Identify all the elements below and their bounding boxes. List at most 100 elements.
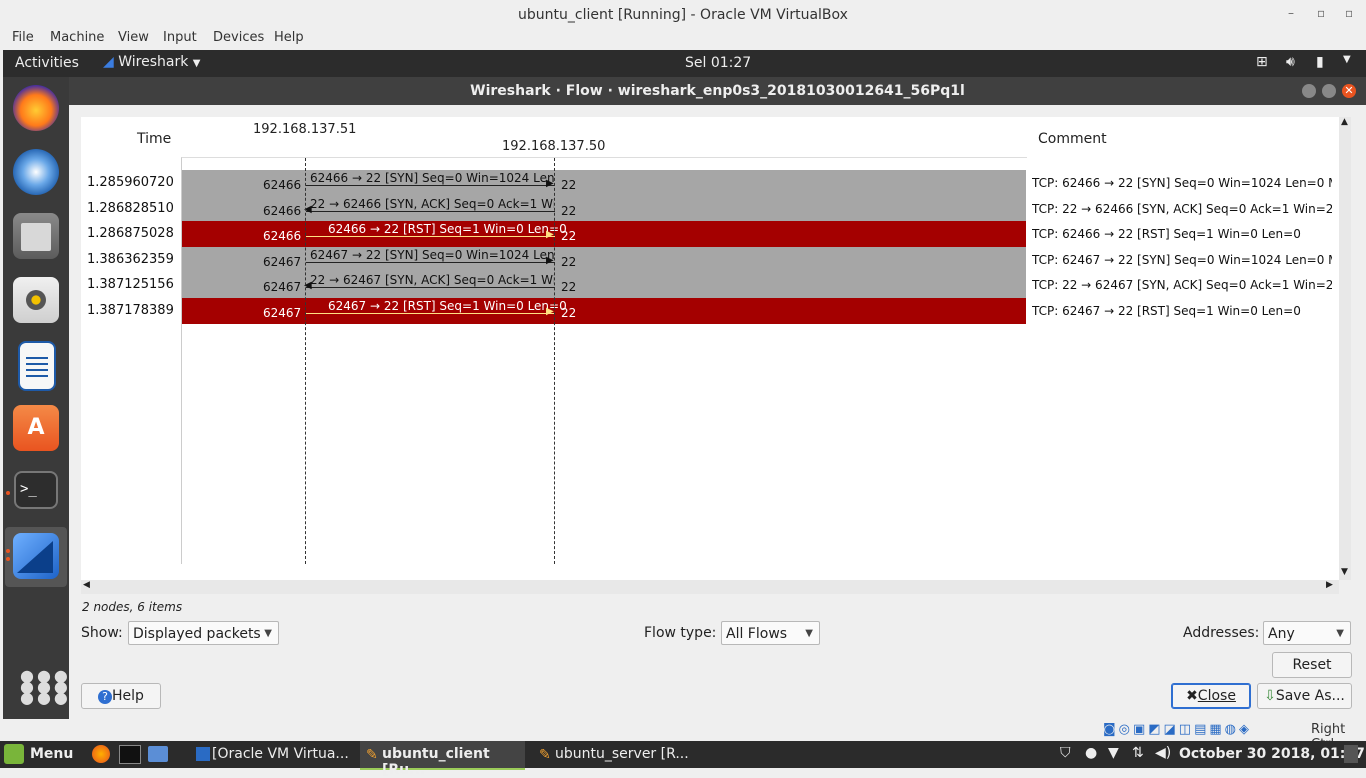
packet-time: 1.286875028 — [87, 226, 174, 242]
flow-type-label: Flow type: — [644, 625, 717, 641]
save-as-button-label: Save As... — [1275, 688, 1345, 704]
device-status-icons[interactable]: ◙◎▣◩◪◫▤▦◍◈ — [1103, 722, 1303, 738]
task-oracle-vm[interactable]: [Oracle VM Virtua... — [192, 741, 352, 768]
virtualbox-icon — [196, 747, 210, 761]
network-icon[interactable]: ⊞ — [1256, 54, 1268, 70]
files-icon[interactable] — [13, 213, 59, 259]
close-button[interactable]: ✖Close — [1171, 683, 1251, 709]
terminal-icon[interactable]: >_ — [14, 471, 58, 509]
writer-icon[interactable] — [18, 341, 56, 391]
flow-row[interactable]: 62467 22 62467 → 22 [SYN] Seq=0 Win=1024 L… — [182, 246, 1026, 273]
task-label: ubuntu_client [Ru... — [382, 746, 490, 778]
node-a-lifeline — [305, 158, 306, 564]
source-port: 62466 — [263, 229, 302, 244]
app-menu[interactable]: ◢ Wireshark ▼ — [103, 54, 201, 70]
flow-arrow-line — [306, 236, 555, 238]
node-b-label: 192.168.137.50 — [502, 139, 606, 154]
close-icon[interactable]: ▫ — [1345, 6, 1353, 20]
restore-icon[interactable]: ▫ — [1317, 6, 1325, 20]
scroll-right-icon[interactable]: ▶ — [1326, 580, 1333, 590]
addresses-label: Addresses: — [1183, 625, 1260, 641]
comment-header: Comment — [1038, 131, 1107, 147]
flow-row[interactable]: 62466 22 62466 → 22 [RST] Seq=1 Win=0 Len=… — [182, 221, 1026, 248]
flow-arrow-line — [306, 261, 555, 263]
wireshark-window-title: Wireshark · Flow · wireshark_enp0s3_2018… — [69, 77, 1366, 105]
flow-arrow-label: 22 → 62466 [SYN, ACK] Seq=0 Ack=1 Win=2.… — [310, 196, 554, 211]
vbox-menubar: File Machine View Input Devices Help — [0, 30, 1366, 50]
arrow-right-icon: ▶ — [546, 229, 554, 241]
minimize-icon[interactable]: – — [1288, 6, 1294, 20]
horizontal-scrollbar[interactable]: ◀ ▶ — [81, 580, 1339, 594]
menu-view[interactable]: View — [118, 30, 149, 46]
running-indicator — [6, 491, 10, 495]
task-ubuntu-server[interactable]: ✎ ubuntu_server [R... — [533, 741, 703, 768]
packet-comment: TCP: 22 → 62467 [SYN, ACK] Seq=0 Ack=1 W… — [1032, 278, 1332, 293]
folder-icon[interactable] — [148, 746, 168, 762]
source-port: 62466 — [263, 203, 302, 218]
node-a-label: 192.168.137.51 — [253, 122, 357, 137]
system-menu-chevron-icon[interactable]: ▼ — [1343, 54, 1351, 65]
activities-button[interactable]: Activities — [15, 55, 79, 71]
rhythmbox-icon[interactable] — [13, 277, 59, 323]
show-desktop-button[interactable] — [1344, 745, 1358, 763]
addresses-select[interactable]: Any ▼ — [1263, 621, 1351, 645]
menu-help[interactable]: Help — [274, 30, 304, 46]
save-icon: ⇩ — [1264, 688, 1276, 704]
volume-icon[interactable]: 🔊︎ — [1286, 54, 1295, 70]
packet-comment: TCP: 62466 → 22 [RST] Seq=1 Win=0 Len=0 — [1032, 227, 1301, 242]
flow-row[interactable]: 62466 22 22 → 62466 [SYN, ACK] Seq=0 Ack=1… — [182, 195, 1026, 222]
volume-icon[interactable]: ◀) — [1155, 745, 1171, 761]
taskbar-datetime[interactable]: October 30 2018, 01:27 — [1179, 746, 1365, 762]
menu-machine[interactable]: Machine — [50, 30, 104, 46]
flow-row[interactable]: 62466 22 62466 → 22 [SYN] Seq=0 Win=1024 L… — [182, 170, 1026, 197]
minimize-icon[interactable] — [1302, 84, 1316, 98]
scroll-up-icon[interactable]: ▲ — [1341, 117, 1348, 127]
firefox-icon[interactable] — [13, 85, 59, 131]
scroll-down-icon[interactable]: ▼ — [1341, 567, 1348, 577]
battery-icon[interactable]: ▮ — [1316, 54, 1324, 70]
help-button-label: Help — [112, 688, 144, 704]
vertical-scrollbar[interactable]: ▲ ▼ — [1339, 117, 1351, 580]
wireshark-icon[interactable] — [13, 533, 59, 579]
maximize-icon[interactable] — [1322, 84, 1336, 98]
time-header: Time — [137, 131, 172, 147]
network-icon[interactable]: ⇅ — [1132, 745, 1144, 761]
flow-arrow-line — [306, 287, 555, 289]
flow-arrow-label: 22 → 62467 [SYN, ACK] Seq=0 Ack=1 Win=2.… — [310, 273, 554, 288]
virtualbox-vm-icon: ✎ — [539, 747, 551, 763]
menu-devices[interactable]: Devices — [213, 30, 264, 46]
apps-grid-icon[interactable]: ●●● ●●● ●●● — [20, 668, 68, 706]
running-indicator — [6, 557, 10, 561]
scroll-left-icon[interactable]: ◀ — [83, 580, 90, 590]
flow-row[interactable]: 62467 22 62467 → 22 [RST] Seq=1 Win=0 Len=… — [182, 298, 1026, 325]
software-icon[interactable]: A — [13, 405, 59, 451]
destination-port: 22 — [561, 254, 577, 269]
wifi-icon[interactable]: ▼ — [1108, 745, 1119, 761]
menu-file[interactable]: File — [12, 30, 34, 46]
flow-arrow-line — [306, 210, 555, 212]
packet-comment: TCP: 22 → 62466 [SYN, ACK] Seq=0 Ack=1 W… — [1032, 201, 1332, 216]
thunderbird-icon[interactable] — [13, 149, 59, 195]
task-ubuntu-client[interactable]: ✎ ubuntu_client [Ru... — [360, 741, 525, 778]
close-button-label: Close — [1197, 688, 1236, 704]
flow-row[interactable]: 62467 22 22 → 62467 [SYN, ACK] Seq=0 Ack=1… — [182, 272, 1026, 299]
terminal-icon[interactable] — [119, 745, 141, 764]
vbox-window-title: ubuntu_client [Running] - Oracle VM Virt… — [518, 7, 848, 23]
start-menu-button[interactable]: Menu — [30, 746, 73, 762]
show-select[interactable]: Displayed packets ▼ — [128, 621, 279, 645]
menu-input[interactable]: Input — [163, 30, 197, 46]
save-as-button[interactable]: ⇩Save As... — [1257, 683, 1352, 709]
firefox-icon[interactable] — [92, 745, 110, 763]
mint-logo-icon — [4, 744, 24, 764]
show-label: Show: — [81, 625, 123, 641]
chevron-down-icon: ▼ — [1336, 628, 1344, 639]
reset-button[interactable]: Reset — [1272, 652, 1352, 678]
clock[interactable]: Sel 01:27 — [685, 55, 751, 71]
wireshark-fin-icon: ◢ — [103, 54, 114, 70]
flow-type-select[interactable]: All Flows ▼ — [721, 621, 820, 645]
shield-icon[interactable]: ⛉ — [1060, 745, 1071, 761]
help-button[interactable]: ? Help — [81, 683, 161, 709]
flow-graph[interactable]: Time 192.168.137.51 192.168.137.50 Comme… — [81, 117, 1339, 580]
user-icon[interactable]: ● — [1085, 745, 1097, 761]
close-icon[interactable]: ✕ — [1342, 84, 1356, 98]
